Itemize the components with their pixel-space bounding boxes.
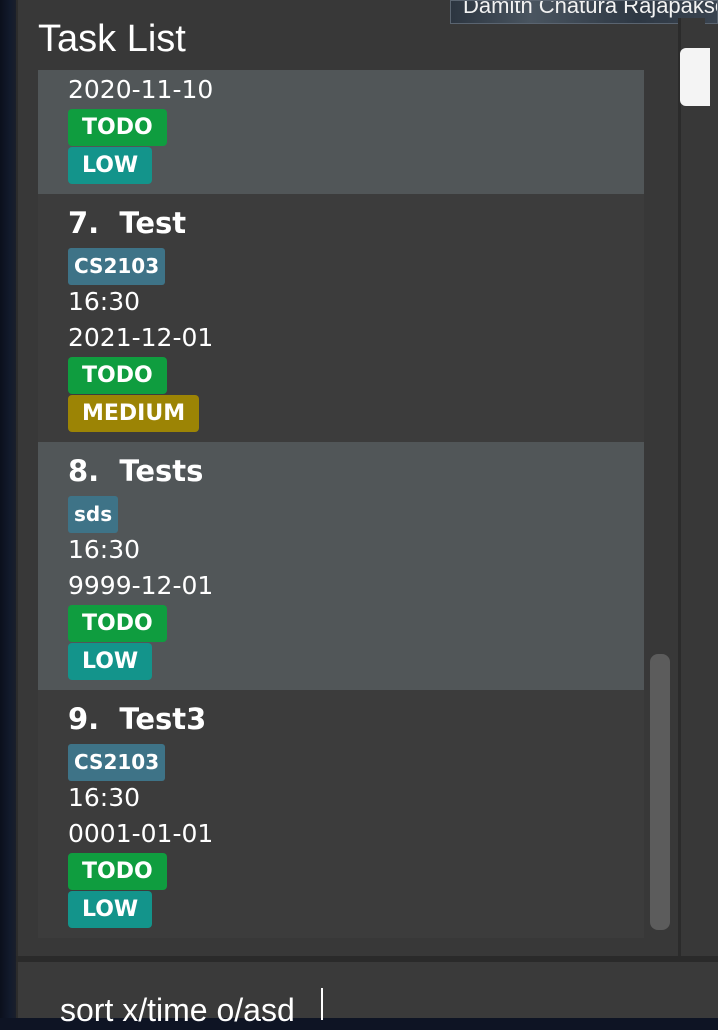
text-caret xyxy=(321,988,323,1020)
task-title: 8. Tests xyxy=(68,454,204,488)
scrollbar-thumb[interactable] xyxy=(650,654,670,930)
task-date: 2021-12-01 xyxy=(68,323,214,352)
command-input[interactable] xyxy=(60,990,680,1030)
overlay-name-text: Damith Chatura Rajapakse xyxy=(463,0,718,18)
status-badge: TODO xyxy=(68,109,167,146)
task-title: 7. Test xyxy=(68,206,187,240)
desktop-background xyxy=(0,0,16,1018)
status-badge: TODO xyxy=(68,357,167,394)
task-date: 0001-01-01 xyxy=(68,819,214,848)
task-title: 9. Test3 xyxy=(68,702,207,736)
priority-badge: LOW xyxy=(68,891,153,928)
task-date: 2020-11-10 xyxy=(68,75,214,104)
status-badge: TODO xyxy=(68,605,167,642)
priority-badge: LOW xyxy=(68,643,153,680)
task-card[interactable]: 8. Tests sds 16:30 9999-12-01 TODO LOW xyxy=(38,442,644,690)
task-tag: CS2103 xyxy=(68,248,166,285)
task-time: 16:30 xyxy=(68,535,141,564)
priority-badge: LOW xyxy=(68,147,153,184)
right-panel-edge xyxy=(678,18,705,958)
task-list[interactable]: 2020-11-10 TODO LOW 7. Test CS2103 16:30… xyxy=(38,70,644,938)
panel-title: Task List xyxy=(38,18,186,60)
task-card[interactable]: 2020-11-10 TODO LOW xyxy=(38,70,644,194)
status-badge: TODO xyxy=(68,853,167,890)
priority-badge: MEDIUM xyxy=(68,395,200,432)
task-card[interactable]: 7. Test CS2103 16:30 2021-12-01 TODO MED… xyxy=(38,194,644,442)
task-tag: CS2103 xyxy=(68,744,166,781)
right-panel-button[interactable] xyxy=(680,48,710,106)
task-time: 16:30 xyxy=(68,783,141,812)
task-card[interactable]: 9. Test3 CS2103 16:30 0001-01-01 TODO LO… xyxy=(38,690,644,938)
task-time: 16:30 xyxy=(68,287,141,316)
task-tag: sds xyxy=(68,496,119,533)
task-date: 9999-12-01 xyxy=(68,571,214,600)
